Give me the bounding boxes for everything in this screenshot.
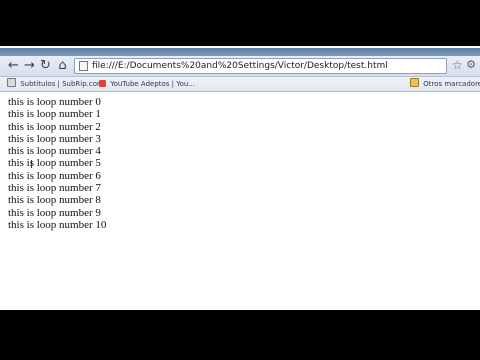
back-arrow-icon[interactable]: ← [7,58,20,73]
content-line: this is loop number 1 [8,108,101,121]
content-line: this is loop number 5 [8,157,101,170]
bookmark-label: Otros marcadores [423,80,480,88]
forward-arrow-icon[interactable]: → [23,58,36,73]
content-line: this is loop number 10 [8,218,107,231]
home-icon[interactable]: ⌂ [56,58,69,73]
tab-strip [0,48,480,56]
content-line: this is loop number 6 [8,169,101,182]
bookmark-label: YouTube Adeptos | You... [110,80,196,88]
text-cursor-icon [31,160,32,168]
address-bar[interactable]: file:///E:/Documents%20and%20Settings/Vi… [74,58,447,74]
youtube-icon [99,80,106,87]
page-icon [79,61,88,71]
video-frame: ← → ↻ ⌂ file:///E:/Documents%20and%20Set… [0,0,480,360]
content-line: this is loop number 4 [8,145,101,158]
content-line: this is loop number 7 [8,182,101,195]
top-black-bar [0,0,480,46]
page-icon [7,78,16,87]
content-line: this is loop number 3 [8,132,101,145]
content-line: this is loop number 8 [8,194,101,207]
bookmark-other[interactable]: Otros marcadores [410,78,480,90]
content-line: this is loop number 0 [8,96,101,108]
wrench-icon[interactable]: ⚙ [466,58,476,72]
star-icon[interactable]: ☆ [452,58,463,72]
content-line: this is loop number 2 [8,120,101,133]
bookmark-youtube[interactable]: YouTube Adeptos | You... [99,78,195,90]
bookmark-subrip[interactable]: Subtítulos | SubRip.com [7,78,104,90]
folder-icon [410,78,419,87]
bottom-black-bar [0,310,480,360]
address-text: file:///E:/Documents%20and%20Settings/Vi… [92,61,388,71]
page-content: this is loop number 0 this is loop numbe… [8,96,468,231]
reload-icon[interactable]: ↻ [39,58,52,73]
content-line: this is loop number 9 [8,206,101,219]
bookmark-label: Subtítulos | SubRip.com [20,80,104,88]
